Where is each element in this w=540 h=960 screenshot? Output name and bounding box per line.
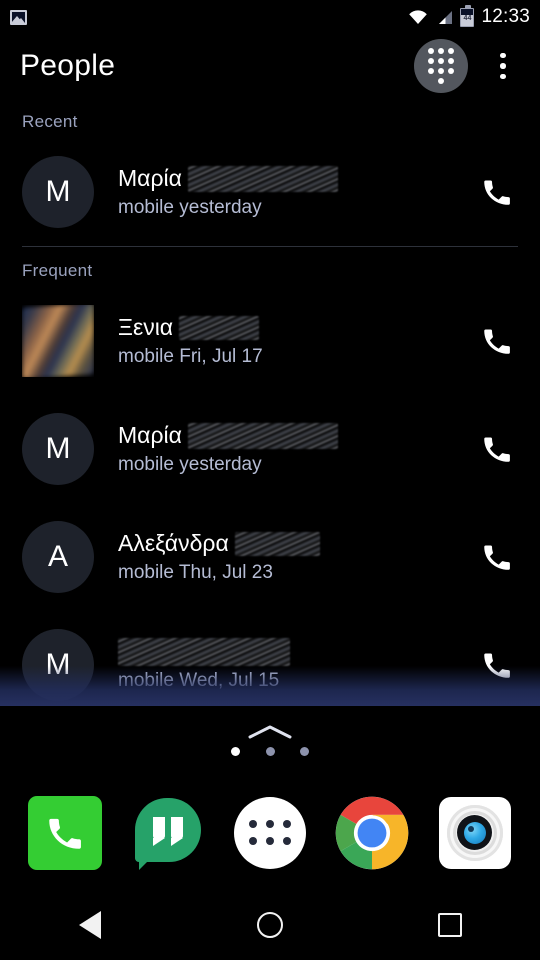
navigation-bar: [0, 890, 540, 960]
contact-subtitle: mobile Fri, Jul 17: [118, 345, 263, 367]
contact-name-line: Μαρία: [118, 421, 338, 450]
call-button[interactable]: [454, 138, 540, 246]
section-header-frequent: Frequent: [22, 261, 93, 280]
android-home-screen: 44 12:33 People Recent M Μαρία mobile ye…: [0, 0, 540, 960]
redacted-name: [118, 637, 290, 666]
phone-icon: [484, 180, 510, 205]
photo-notification-icon: [10, 9, 27, 25]
avatar-initial: M: [45, 648, 71, 681]
home-icon: [257, 912, 283, 938]
back-icon: [79, 911, 101, 939]
avatar-initial: M: [45, 432, 71, 465]
wifi-icon: [408, 9, 428, 25]
contact-info: Ξενια mobile Fri, Jul 17: [94, 313, 454, 370]
page-title: People: [20, 49, 116, 82]
redacted-surname: [187, 166, 338, 193]
dock-item-chrome[interactable]: [332, 793, 412, 873]
dock-item-app-drawer[interactable]: [230, 793, 310, 873]
camera-app-icon: [438, 796, 511, 869]
page-dot-2[interactable]: [265, 747, 275, 756]
call-button[interactable]: [454, 395, 540, 503]
contact-info: Μαρία mobile yesterday: [94, 164, 454, 221]
redacted-surname: [179, 316, 260, 341]
dock: [0, 775, 540, 890]
app-drawer-icon: [233, 796, 306, 869]
phone-app-icon: [28, 795, 103, 870]
phone-icon: [484, 329, 510, 354]
contact-name: Μαρία: [118, 421, 182, 448]
contact-row[interactable]: M Μαρία mobile yesterday: [0, 395, 540, 503]
avatar: M: [22, 629, 94, 701]
page-dot-1[interactable]: [231, 747, 240, 756]
phone-icon: [484, 653, 510, 678]
contact-row[interactable]: Ξενια mobile Fri, Jul 17: [0, 287, 540, 395]
avatar-photo: [22, 305, 94, 377]
contact-subtitle: mobile yesterday: [118, 196, 262, 218]
status-bar-system-icons: 44 12:33: [408, 4, 530, 28]
recents-icon: [438, 913, 462, 937]
dialpad-icon: [428, 48, 454, 84]
call-button[interactable]: [454, 611, 540, 719]
dock-item-hangouts[interactable]: [128, 793, 208, 873]
call-button[interactable]: [454, 503, 540, 611]
contact-name-line: [118, 636, 290, 666]
contact-name-line: Αλεξάνδρα: [118, 529, 320, 558]
chrome-app-icon: [335, 796, 409, 870]
nav-recents-button[interactable]: [405, 890, 495, 960]
avatar: M: [22, 156, 94, 228]
overflow-menu-icon: [500, 52, 506, 59]
overflow-menu-icon: [500, 73, 506, 80]
page-dots: [215, 747, 325, 756]
battery-icon: 44: [460, 4, 475, 27]
dock-item-camera[interactable]: [435, 793, 515, 873]
status-bar-clock: 12:33: [481, 6, 530, 27]
people-widget-header: People: [0, 34, 540, 98]
phone-icon: [484, 437, 510, 462]
section-header-recent: Recent: [22, 112, 78, 131]
cellular-signal-icon: [435, 10, 453, 25]
avatar: A: [22, 521, 94, 593]
dialpad-button[interactable]: [414, 39, 468, 93]
status-bar-notifications: [10, 9, 408, 25]
redacted-surname: [234, 532, 320, 557]
nav-back-button[interactable]: [45, 890, 135, 960]
avatar: M: [22, 413, 94, 485]
contact-list: Recent M Μαρία mobile yesterday Frequent…: [0, 98, 540, 719]
page-dot-3[interactable]: [300, 747, 309, 756]
call-button[interactable]: [454, 287, 540, 395]
phone-icon: [484, 545, 510, 570]
contact-name: Ξενια: [118, 313, 174, 340]
home-page-indicator: [0, 722, 540, 762]
people-widget: People Recent M Μαρία mobile yesterday F…: [0, 34, 540, 706]
nav-home-button[interactable]: [225, 890, 315, 960]
overflow-menu-icon: [500, 63, 506, 69]
contact-row[interactable]: M mobile Wed, Jul 15: [0, 611, 540, 719]
contact-subtitle: mobile Wed, Jul 15: [118, 669, 280, 691]
dock-item-phone[interactable]: [25, 793, 105, 873]
contact-name: Μαρία: [118, 164, 182, 191]
overflow-menu-button[interactable]: [486, 39, 520, 93]
redacted-surname: [187, 423, 338, 450]
avatar: [22, 305, 94, 377]
avatar-initial: M: [45, 175, 71, 208]
contact-subtitle: mobile Thu, Jul 23: [118, 561, 273, 583]
contact-info: mobile Wed, Jul 15: [94, 636, 454, 694]
contact-info: Αλεξάνδρα mobile Thu, Jul 23: [94, 529, 454, 586]
contact-subtitle: mobile yesterday: [118, 453, 262, 475]
contact-name: Αλεξάνδρα: [118, 529, 229, 556]
contact-row[interactable]: A Αλεξάνδρα mobile Thu, Jul 23: [0, 503, 540, 611]
contact-name-line: Ξενια: [118, 313, 260, 342]
hangouts-app-icon: [131, 796, 205, 870]
contact-info: Μαρία mobile yesterday: [94, 421, 454, 478]
avatar-initial: A: [47, 540, 68, 573]
chevron-up-icon[interactable]: [247, 724, 293, 745]
contact-name-line: Μαρία: [118, 164, 338, 193]
battery-level-text: 44: [461, 14, 474, 26]
status-bar: 44 12:33: [0, 0, 540, 34]
contact-row[interactable]: M Μαρία mobile yesterday: [0, 138, 540, 246]
